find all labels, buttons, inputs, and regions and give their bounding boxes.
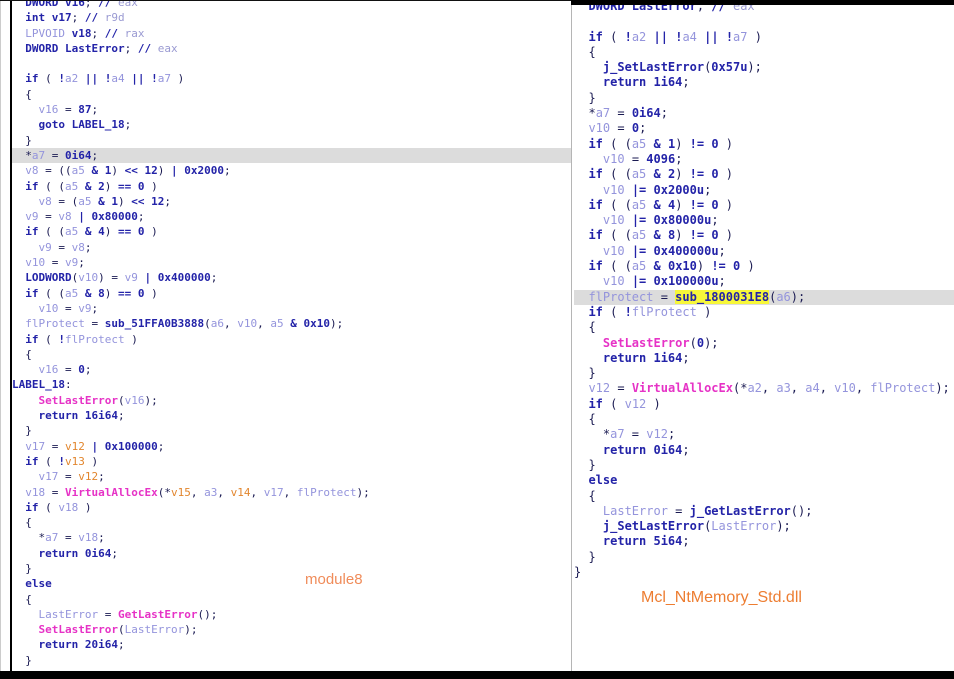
- code-line[interactable]: if ( (a5 & 8) == 0 ): [12, 286, 571, 301]
- code-line[interactable]: v10 = 0;: [574, 121, 954, 136]
- code-line[interactable]: *a7 = v18;: [12, 530, 571, 545]
- code-line[interactable]: {: [574, 45, 954, 60]
- code-line[interactable]: v17 = v12 | 0x100000;: [12, 439, 571, 454]
- code-line[interactable]: }: [574, 550, 954, 565]
- code-line[interactable]: if ( !a2 || !a4 || !a7 ): [574, 30, 954, 45]
- code-line[interactable]: }: [574, 565, 954, 580]
- code-line[interactable]: if ( (a5 & 2) != 0 ): [574, 167, 954, 182]
- code-line-selected[interactable]: flProtect = sub_1800031E8(a6);: [574, 290, 954, 305]
- code-line[interactable]: {: [574, 489, 954, 504]
- code-line[interactable]: v8 = (a5 & 1) << 12;: [12, 194, 571, 209]
- code-line[interactable]: if ( !v13 ): [12, 454, 571, 469]
- code-line[interactable]: flProtect = sub_51FFA0B3888(a6, v10, a5 …: [12, 316, 571, 331]
- code-line[interactable]: [12, 56, 571, 71]
- code-line[interactable]: }: [574, 458, 954, 473]
- left-edge-line: [0, 0, 1, 671]
- code-line[interactable]: }: [574, 91, 954, 106]
- code-line[interactable]: if ( (a5 & 4) == 0 ): [12, 224, 571, 239]
- code-line[interactable]: if ( (a5 & 2) == 0 ): [12, 179, 571, 194]
- code-line[interactable]: if ( v12 ): [574, 397, 954, 412]
- code-line[interactable]: LABEL_18:: [12, 377, 571, 392]
- code-line[interactable]: v16 = 0;: [12, 362, 571, 377]
- code-line[interactable]: if ( (a5 & 1) != 0 ): [574, 137, 954, 152]
- code-line[interactable]: if ( !flProtect ): [12, 332, 571, 347]
- module8-annotation: module8: [305, 571, 363, 588]
- code-line-selected[interactable]: *a7 = 0i64;: [12, 148, 571, 163]
- left-border: [10, 0, 12, 671]
- code-line[interactable]: if ( (a5 & 4) != 0 ): [574, 198, 954, 213]
- code-line[interactable]: v10 = v9;: [12, 301, 571, 316]
- decompiler-comparison-view: DWORD v16; // eax int v17; // r9d LPVOID…: [0, 0, 954, 679]
- code-line[interactable]: }: [12, 423, 571, 438]
- code-line[interactable]: LPVOID v18; // rax: [12, 26, 571, 41]
- code-line[interactable]: return 16i64;: [12, 408, 571, 423]
- code-line[interactable]: return 0i64;: [12, 546, 571, 561]
- code-line[interactable]: return 1i64;: [574, 75, 954, 90]
- code-line[interactable]: {: [12, 515, 571, 530]
- code-line[interactable]: j_SetLastError(LastError);: [574, 519, 954, 534]
- code-line[interactable]: DWORD LastError; // eax: [12, 41, 571, 56]
- code-line[interactable]: v9 = v8 | 0x80000;: [12, 209, 571, 224]
- code-line[interactable]: int v17; // r9d: [12, 10, 571, 25]
- code-line[interactable]: v10 |= 0x100000u;: [574, 274, 954, 289]
- code-line[interactable]: {: [12, 87, 571, 102]
- bottom-border: [0, 671, 954, 679]
- code-line[interactable]: {: [574, 320, 954, 335]
- pseudocode-pane-module8[interactable]: DWORD v16; // eax int v17; // r9d LPVOID…: [12, 0, 571, 679]
- code-line[interactable]: if ( !flProtect ): [574, 305, 954, 320]
- pane-divider: [571, 0, 572, 671]
- code-line[interactable]: else: [574, 473, 954, 488]
- code-line[interactable]: goto LABEL_18;: [12, 117, 571, 132]
- selected-line-remnant-bar: [571, 0, 954, 5]
- code-line[interactable]: return 0i64;: [574, 443, 954, 458]
- code-line[interactable]: return 1i64;: [574, 351, 954, 366]
- code-line[interactable]: SetLastError(0);: [574, 336, 954, 351]
- code-line[interactable]: SetLastError(v16);: [12, 393, 571, 408]
- dll-name-annotation: Mcl_NtMemory_Std.dll: [641, 589, 802, 607]
- code-line[interactable]: LODWORD(v10) = v9 | 0x400000;: [12, 270, 571, 285]
- pseudocode-pane-dll[interactable]: DWORD LastError; // eax if ( !a2 || !a4 …: [574, 0, 954, 580]
- code-line[interactable]: }: [12, 133, 571, 148]
- code-line[interactable]: return 5i64;: [574, 534, 954, 549]
- code-line[interactable]: j_SetLastError(0x57u);: [574, 60, 954, 75]
- code-line[interactable]: return 20i64;: [12, 637, 571, 652]
- code-line[interactable]: v17 = v12;: [12, 469, 571, 484]
- code-line[interactable]: LastError = GetLastError();: [12, 607, 571, 622]
- code-line[interactable]: v18 = VirtualAllocEx(*v15, a3, v14, v17,…: [12, 485, 571, 500]
- code-line[interactable]: [574, 14, 954, 29]
- code-line[interactable]: }: [12, 561, 571, 576]
- code-line[interactable]: v12 = VirtualAllocEx(*a2, a3, a4, v10, f…: [574, 381, 954, 396]
- code-line[interactable]: else: [12, 576, 571, 591]
- code-line[interactable]: LastError = j_GetLastError();: [574, 504, 954, 519]
- code-line[interactable]: v10 |= 0x80000u;: [574, 213, 954, 228]
- code-line[interactable]: *a7 = v12;: [574, 427, 954, 442]
- code-line[interactable]: if ( (a5 & 0x10) != 0 ): [574, 259, 954, 274]
- code-line[interactable]: }: [574, 366, 954, 381]
- code-line[interactable]: SetLastError(LastError);: [12, 622, 571, 637]
- code-line[interactable]: v10 = v9;: [12, 255, 571, 270]
- code-line[interactable]: DWORD v16; // eax: [12, 0, 571, 10]
- code-line[interactable]: *a7 = 0i64;: [574, 106, 954, 121]
- code-line[interactable]: v10 |= 0x2000u;: [574, 183, 954, 198]
- code-line[interactable]: }: [12, 653, 571, 668]
- code-line[interactable]: {: [12, 592, 571, 607]
- code-line[interactable]: if ( !a2 || !a4 || !a7 ): [12, 71, 571, 86]
- code-line[interactable]: {: [12, 347, 571, 362]
- code-line[interactable]: v16 = 87;: [12, 102, 571, 117]
- code-line[interactable]: v9 = v8;: [12, 240, 571, 255]
- code-line[interactable]: if ( (a5 & 8) != 0 ): [574, 228, 954, 243]
- code-line[interactable]: v10 |= 0x400000u;: [574, 244, 954, 259]
- code-line[interactable]: v8 = ((a5 & 1) << 12) | 0x2000;: [12, 163, 571, 178]
- code-line[interactable]: v10 = 4096;: [574, 152, 954, 167]
- code-line[interactable]: {: [574, 412, 954, 427]
- code-line[interactable]: if ( v18 ): [12, 500, 571, 515]
